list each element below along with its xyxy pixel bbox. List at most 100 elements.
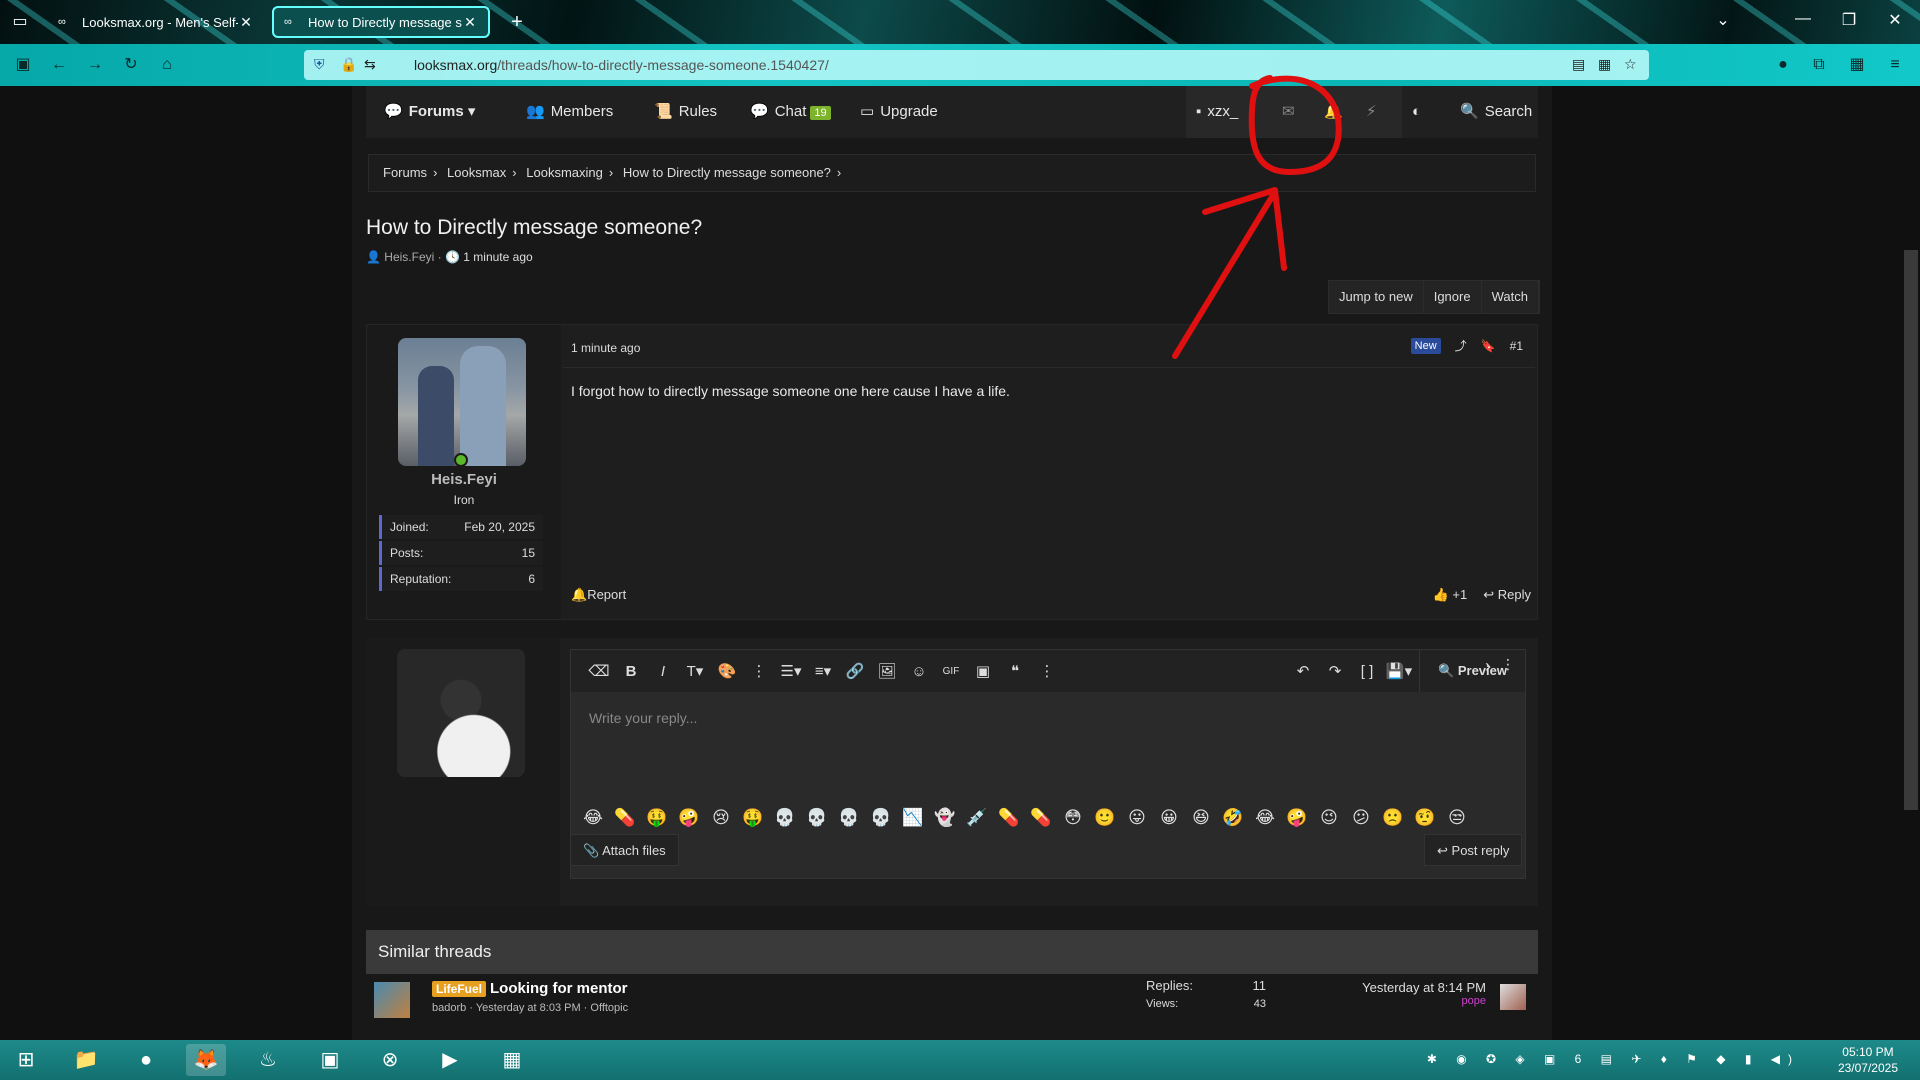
emoji-skull-icon[interactable]: 💀 (833, 808, 865, 828)
text-size-icon[interactable]: T▾ (679, 662, 711, 680)
reply-button[interactable]: ↩ Reply (1483, 587, 1531, 603)
similar-date[interactable]: Yesterday at 8:03 PM (476, 1002, 581, 1014)
app-orb-icon[interactable]: ● (126, 1044, 166, 1076)
gif-icon[interactable]: GIF (935, 666, 967, 677)
save-draft-icon[interactable]: 💾▾ (1383, 662, 1415, 680)
nav-upgrade[interactable]: ▭ Upgrade (860, 86, 938, 138)
nav-members[interactable]: 👥 Members (526, 86, 613, 138)
redo-icon[interactable]: ↷ (1319, 662, 1351, 680)
quote-icon[interactable]: ❝ (999, 662, 1031, 680)
list-icon[interactable]: ☰▾ (775, 662, 807, 680)
inbox-envelope-icon[interactable]: ✉ (1282, 86, 1295, 138)
xbox-icon[interactable]: ⊗ (370, 1044, 410, 1076)
lightning-icon[interactable]: ⚡ (1366, 86, 1377, 138)
emoji-cry-icon[interactable]: 😢 (705, 808, 737, 828)
close-window-button[interactable]: ✕ (1880, 10, 1910, 30)
emoji-grin-icon[interactable]: 🤪 (673, 808, 705, 828)
emoji-unamused-icon[interactable]: 😒 (1441, 808, 1473, 828)
list-item[interactable]: LifeFuel Looking for mentor badorb · Yest… (366, 976, 1538, 1024)
attach-files-button[interactable]: 📎 Attach files (570, 834, 679, 866)
palette-icon[interactable]: 🎨 (711, 662, 743, 680)
emoji-laughing-icon[interactable]: 😆 (1185, 808, 1217, 828)
breadcrumb-looksmaxing[interactable]: Looksmaxing (526, 165, 603, 180)
media-icon[interactable]: ▣ (967, 662, 999, 680)
ignore-button[interactable]: Ignore (1424, 281, 1482, 313)
emoji-tongue-icon[interactable]: 😛 (1121, 808, 1153, 828)
emoji-skull-icon[interactable]: 💀 (769, 808, 801, 828)
emoji-confused-icon[interactable]: 😕 (1345, 808, 1377, 828)
restore-button[interactable]: ❐ (1834, 10, 1864, 30)
reader-view-icon[interactable]: ▤ (1572, 56, 1585, 73)
menu-icon[interactable]: ≡ (1884, 54, 1906, 76)
new-tab-button[interactable]: + (505, 10, 529, 34)
nav-search[interactable]: 🔍 Search (1460, 86, 1532, 138)
shield-icon[interactable]: ⛨ (314, 56, 325, 73)
tab-overflow-icon[interactable]: ⌄ (1708, 10, 1738, 30)
emoji-laugh-cry-icon[interactable]: 😂 (577, 808, 609, 828)
url-bar[interactable]: ⛨ 🔒 ⇆ looksmax.org/threads/how-to-direct… (304, 50, 1649, 80)
jump-to-new-button[interactable]: Jump to new (1329, 281, 1424, 313)
emoji-grinning-icon[interactable]: 😀 (1153, 808, 1185, 828)
similar-forum[interactable]: Offtopic (590, 1002, 628, 1014)
eraser-icon[interactable]: ⌫ (583, 662, 615, 680)
taskbar-clock[interactable]: 05:10 PM 23/07/2025 (1838, 1044, 1898, 1076)
emoji-chart-icon[interactable]: 📉 (897, 808, 929, 828)
emoji-zany-icon[interactable]: 🤪 (1281, 808, 1313, 828)
breadcrumb-looksmax[interactable]: Looksmax (447, 165, 506, 180)
reply-editor[interactable]: ⌫ B I T▾ 🎨 ⋮ ☰▾ ≡▾ 🔗 🖼 ☺ GIF ▣ ❝ ⋮ ↶ ↷ [… (570, 649, 1526, 879)
forward-icon[interactable]: → (84, 54, 106, 76)
page-scrollbar[interactable] (1904, 250, 1918, 810)
qr-icon[interactable]: ▦ (1598, 56, 1611, 73)
bold-icon[interactable]: B (615, 663, 647, 680)
emoji-gold-icon[interactable]: 🤑 (641, 808, 673, 828)
watch-button[interactable]: Watch (1482, 281, 1539, 313)
emoji-money-icon[interactable]: 🤑 (737, 808, 769, 828)
breadcrumb-forums[interactable]: Forums (383, 165, 427, 180)
media-player-icon[interactable]: ▶ (430, 1044, 470, 1076)
sidebar-icon[interactable]: ▣ (12, 54, 34, 76)
align-icon[interactable]: ≡▾ (807, 662, 839, 680)
emoji-blush-icon[interactable]: 😳 (1057, 808, 1089, 828)
report-button[interactable]: 🔔Report (571, 587, 626, 603)
theme-toggle-icon[interactable]: ◐ (1412, 86, 1421, 138)
bookmark-star-icon[interactable]: ☆ (1624, 56, 1637, 73)
alerts-bell-icon[interactable]: 🔔 (1324, 86, 1343, 138)
undo-icon[interactable]: ↶ (1287, 662, 1319, 680)
post-username[interactable]: Heis.Feyi (367, 471, 561, 488)
share-icon[interactable]: ⤴ (1455, 337, 1467, 354)
emoji-worried-icon[interactable]: 🤨 (1409, 808, 1441, 828)
reload-icon[interactable]: ↻ (120, 54, 142, 76)
close-tab-icon[interactable]: ✕ (462, 14, 478, 31)
chevron-down-icon[interactable]: ▾ (468, 103, 476, 120)
more-vertical-icon[interactable]: ⋮ (1031, 662, 1063, 680)
avatar[interactable] (398, 338, 526, 466)
steam-icon[interactable]: ♨ (248, 1044, 288, 1076)
emoji-rofl-icon[interactable]: 🤣 (1217, 808, 1249, 828)
emoji-redpill-icon[interactable]: 💊 (993, 808, 1025, 828)
more-vertical-icon[interactable]: ⋮ (743, 662, 775, 680)
last-post-user[interactable]: pope (1362, 995, 1486, 1007)
minimize-button[interactable]: — (1788, 10, 1818, 28)
cpu-app-icon[interactable]: ▣ (310, 1044, 350, 1076)
last-post[interactable]: Yesterday at 8:14 PM pope (1362, 980, 1486, 1007)
bbcode-toggle-icon[interactable]: [ ] (1351, 663, 1383, 680)
emoji-needle-icon[interactable]: 💉 (961, 808, 993, 828)
home-icon[interactable]: ⌂ (156, 54, 178, 76)
thread-author[interactable]: Heis.Feyi (384, 250, 434, 264)
nav-forums[interactable]: 💬 Forums ▾ (384, 86, 475, 138)
extensions-icon[interactable]: ⧉ (1808, 54, 1830, 76)
breadcrumb-thread[interactable]: How to Directly message someone? (623, 165, 831, 180)
url-text[interactable]: looksmax.org/threads/how-to-directly-mes… (414, 57, 829, 73)
file-explorer-icon[interactable]: 📁 (66, 1044, 106, 1076)
tab-list-icon[interactable]: ▭ (10, 12, 30, 32)
image-icon[interactable]: 🖼 (871, 662, 903, 680)
nav-rules[interactable]: 📜 Rules (654, 86, 717, 138)
avatar[interactable] (397, 649, 525, 777)
post-reply-button[interactable]: ↩ Post reply (1424, 834, 1523, 866)
bookmark-icon[interactable]: 🔖 (1481, 339, 1496, 353)
emoji-skull-icon[interactable]: 💀 (801, 808, 833, 828)
nav-chat[interactable]: 💬 Chat 19 (750, 86, 831, 138)
lock-icon[interactable]: 🔒 (340, 56, 357, 73)
chevron-right-icon[interactable]: › (1485, 656, 1491, 677)
emoji-wink-icon[interactable]: 😉 (1313, 808, 1345, 828)
